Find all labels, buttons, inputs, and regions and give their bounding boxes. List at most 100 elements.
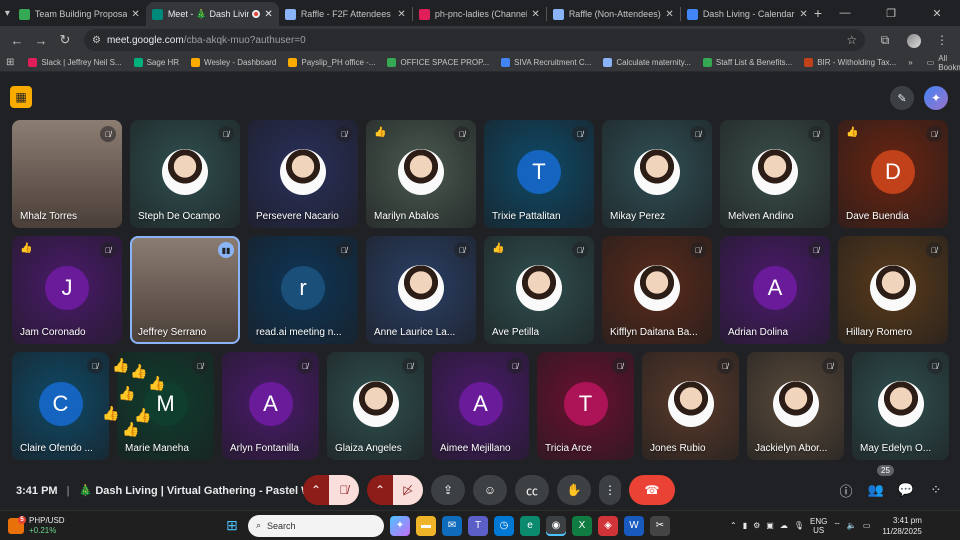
reload-icon[interactable]: ↻ [54,32,76,48]
all-bookmarks-link[interactable]: All Bookmarks [938,54,960,72]
participant-tile[interactable]: 🎙̸ Melven Andino [720,120,830,228]
outlook-icon[interactable]: ✉ [442,515,462,536]
browser-tab[interactable]: Dash Living - Calendar - N✕ [681,2,814,26]
meeting-details-icon[interactable]: ⓘ [836,481,856,500]
tray-app-icon[interactable]: ☁ [780,521,788,530]
tray-app-icon[interactable]: ▮ [743,521,747,530]
volume-icon[interactable]: 🔈 [847,521,857,530]
participant-tile[interactable]: 🎙̸ Persevere Nacario [248,120,358,228]
bookmark-item[interactable]: Payslip_PH office -... [288,58,375,67]
tab-close-icon[interactable]: ✕ [531,9,539,20]
participant-tile[interactable]: ▮▮ Jeffrey Serrano [130,236,240,344]
taskbar-search[interactable]: ⌕ Search [248,514,384,537]
participant-tile[interactable]: r 🎙̸ read.ai meeting n... [248,236,358,344]
word-icon[interactable]: W [624,515,644,536]
profile-avatar[interactable] [902,33,926,48]
mail-icon[interactable]: ◷ [494,515,514,536]
edge-icon[interactable]: e [520,515,540,536]
participant-tile[interactable]: 🎙̸ Anne Laurice La... [366,236,476,344]
emoji-button[interactable]: ☺ [473,475,507,505]
browser-tab[interactable]: Team Building Proposal 20✕ [13,2,146,26]
browser-tab[interactable]: Raffle (Non-Attendees) ✕ [547,2,680,26]
site-info-icon[interactable]: ⚙ [92,35,101,46]
participant-tile[interactable]: D 👍 🎙̸ Dave Buendia [838,120,948,228]
bookmark-item[interactable]: BIR - Witholding Tax... [804,58,896,67]
bookmark-item[interactable]: Staff List & Benefits... [702,58,792,67]
close-window-icon[interactable]: ✕ [914,7,960,20]
chrome-icon[interactable]: ◉ [546,515,566,536]
tab-close-icon[interactable]: ✕ [131,9,139,20]
camera-off-button[interactable]: ▷̸ [393,475,423,505]
file-explorer-icon[interactable]: ▬ [416,515,436,536]
participant-tile[interactable]: 🎙̸ Mhalz Torres [12,120,122,228]
participant-tile[interactable]: A 🎙̸ Adrian Dolina [720,236,830,344]
bookmark-item[interactable]: Calculate maternity... [603,58,691,67]
chevron-right-icon[interactable]: » [908,58,912,67]
system-clock[interactable]: 3:41 pm 11/28/2025 [882,515,921,537]
tray-app-icon[interactable]: ▣ [766,521,774,530]
menu-icon[interactable]: ⋮ [930,33,954,47]
bookmark-item[interactable]: OFFICE SPACE PROP... [387,58,489,67]
tab-close-icon[interactable]: ✕ [799,9,807,20]
bookmark-item[interactable]: Wesley - Dashboard [191,58,276,67]
language-indicator[interactable]: ENG US [810,517,827,535]
back-icon[interactable]: ← [6,33,28,48]
participant-tile[interactable]: 🎙̸ Glaiza Angeles [327,352,424,460]
bookmark-item[interactable]: Slack | Jeffrey Neil S... [28,58,122,67]
tab-search-icon[interactable]: ▾ [4,2,11,24]
mic-options-button[interactable]: ⌃ [303,475,329,505]
browser-tab[interactable]: ph-pnc-ladies (Channel) - S✕ [413,2,546,26]
activities-icon[interactable]: ⁘ [926,482,946,498]
maximize-icon[interactable]: ❐ [868,7,914,20]
participant-tile[interactable]: C 🎙̸ Claire Ofendo ... [12,352,109,460]
participant-tile[interactable]: 🎙̸ May Edelyn O... [852,352,949,460]
microphone-icon[interactable]: 🎙 [794,521,804,530]
tab-close-icon[interactable]: ✕ [264,9,272,20]
effects-icon[interactable]: ✎ [890,86,914,110]
chat-icon[interactable]: 💬 [896,482,916,498]
participant-tile[interactable]: 🎙̸ Jackielyn Abor... [747,352,844,460]
bookmark-item[interactable]: Sage HR [133,58,179,67]
new-tab-icon[interactable]: + [814,5,822,21]
minimize-icon[interactable]: — [822,7,868,19]
excel-icon[interactable]: X [572,515,592,536]
participant-tile[interactable]: J 👍 🎙̸ Jam Coronado [12,236,122,344]
ticker-widget[interactable]: 5 PHP/USD +0.21% [8,515,65,536]
snipping-tool-icon[interactable]: ✂ [650,515,670,536]
mic-off-button[interactable]: 🎙̸ [329,475,359,505]
bookmark-star-icon[interactable]: ☆ [846,33,857,47]
copilot-icon[interactable]: ✦ [390,515,410,536]
extensions-icon[interactable]: ⧉ [873,33,897,48]
participant-tile[interactable]: T 🎙̸ Tricia Arce [537,352,634,460]
leave-call-button[interactable]: ☎ [629,475,675,505]
bookmark-item[interactable]: SIVA Recruitment C... [501,58,591,67]
participant-tile[interactable]: 👍 🎙̸ Ave Petilla [484,236,594,344]
more-options-button[interactable]: ⋮ [599,475,621,505]
participant-tile[interactable]: A 🎙̸ Aimee Mejillano [432,352,529,460]
tab-close-icon[interactable]: ✕ [665,9,673,20]
teams-icon[interactable]: T [468,515,488,536]
participant-tile[interactable]: T 🎙̸ Trixie Pattalitan [484,120,594,228]
participant-tile[interactable]: 👍 🎙̸ Marilyn Abalos [366,120,476,228]
apps-icon[interactable]: ⊞ [6,57,14,68]
battery-icon[interactable]: ▭ [863,521,871,530]
participant-tile[interactable]: A 🎙̸ Arlyn Fontanilla [222,352,319,460]
raise-hand-button[interactable]: ✋ [557,475,591,505]
tab-close-icon[interactable]: ✕ [397,9,405,20]
app-icon[interactable]: ◈ [598,515,618,536]
participant-tile[interactable]: 🎙̸ Steph De Ocampo [130,120,240,228]
participant-tile[interactable]: 🎙̸ Mikay Perez [602,120,712,228]
url-field[interactable]: ⚙ meet.google.com /cba-akqk-muo?authuser… [84,29,866,51]
participant-tile[interactable]: 🎙̸ Kifflyn Daitana Ba... [602,236,712,344]
browser-tab[interactable]: Raffle - F2F Attendees ✕ [279,2,412,26]
windows-start-icon[interactable]: ⊞ [222,516,242,536]
people-icon[interactable]: 👥 [866,482,886,498]
gemini-icon[interactable]: ✦ [924,86,948,110]
captions-button[interactable]: ㏄ [515,475,549,505]
camera-off-indicator-icon[interactable]: ▦ [10,86,32,108]
present-button[interactable]: ⇪ [431,475,465,505]
tray-overflow-icon[interactable]: ⌃ [730,521,737,530]
forward-icon[interactable]: → [30,33,52,48]
camera-options-button[interactable]: ⌃ [367,475,393,505]
participant-tile[interactable]: 🎙̸ Jones Rubio [642,352,739,460]
